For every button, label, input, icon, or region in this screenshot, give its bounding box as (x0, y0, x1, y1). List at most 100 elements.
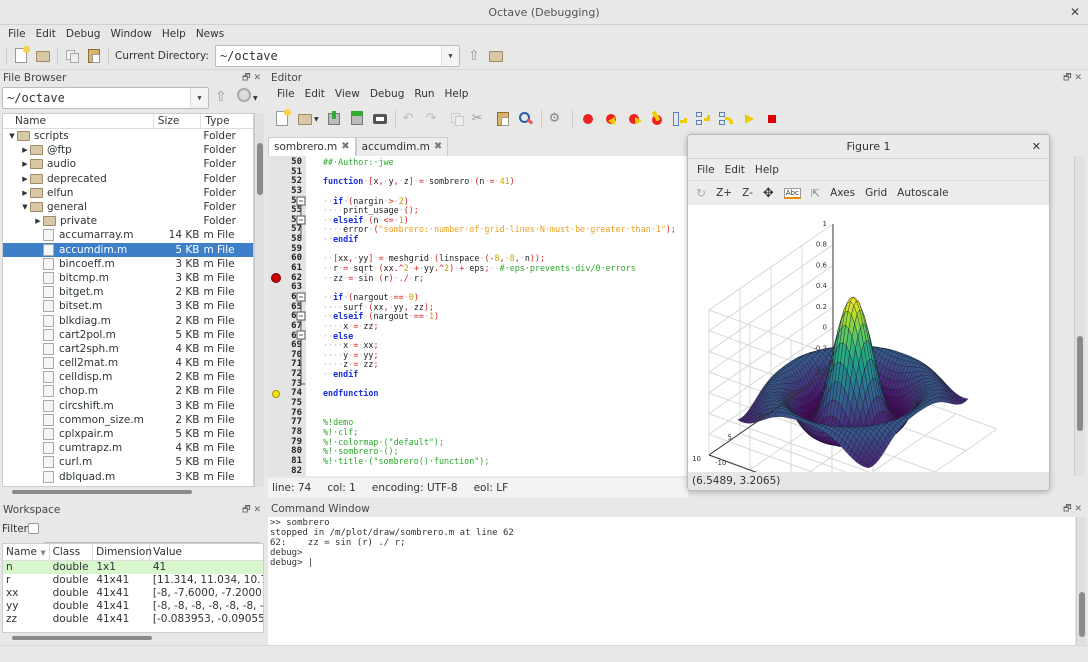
column-dimension[interactable]: Dimension (93, 544, 152, 560)
editor-menu-view[interactable]: View (330, 86, 365, 102)
rotate-icon[interactable]: ↻ (696, 186, 706, 200)
paste-icon[interactable] (495, 111, 511, 127)
filter-checkbox[interactable] (28, 523, 39, 534)
parent-directory-icon[interactable]: ⇧ (466, 48, 482, 64)
column-type[interactable]: Type (201, 114, 253, 128)
file-row[interactable]: cart2pol.m 5 KB m File (3, 328, 253, 342)
folder-row[interactable]: ▶ @ftp Folder (3, 143, 253, 157)
copy-icon[interactable] (64, 48, 80, 64)
column-name[interactable]: Name (3, 114, 154, 128)
editor-menu-help[interactable]: Help (440, 86, 474, 102)
undock-icon[interactable]: 🗗 (242, 73, 250, 83)
code-text[interactable]: ##·Author:·jwe function·[x,·y,·z]·=·somb… (305, 157, 676, 476)
menu-help[interactable]: Help (157, 25, 191, 43)
collapse-arrow-icon[interactable]: ▼ (20, 203, 30, 211)
file-row[interactable]: bitget.m 2 KB m File (3, 285, 253, 299)
menu-debug[interactable]: Debug (61, 25, 106, 43)
expand-arrow-icon[interactable]: ▶ (20, 189, 30, 197)
folder-row[interactable]: ▶ elfun Folder (3, 186, 253, 200)
file-row[interactable]: accumarray.m 14 KB m File (3, 228, 253, 242)
quit-debug-icon[interactable] (764, 111, 780, 127)
close-panel-icon[interactable]: ✕ (253, 73, 261, 83)
pan-icon[interactable]: ✥ (763, 186, 774, 201)
workspace-variable-row[interactable]: r double 41x41 [11.314, 11.034, 10.763, ... (3, 574, 263, 587)
folder-row[interactable]: ▼ scripts Folder (3, 129, 253, 143)
file-row[interactable]: bitcmp.m 3 KB m File (3, 271, 253, 285)
file-row[interactable]: circshift.m 3 KB m File (3, 399, 253, 413)
expand-arrow-icon[interactable]: ▶ (33, 217, 43, 225)
close-panel-icon[interactable]: ✕ (1074, 504, 1082, 514)
column-size[interactable]: Size (154, 114, 202, 128)
undock-icon[interactable]: 🗗 (242, 505, 250, 515)
folder-row[interactable]: ▶ private Folder (3, 214, 253, 228)
file-row[interactable]: curl.m 5 KB m File (3, 455, 253, 469)
open-file-icon[interactable] (35, 48, 51, 64)
scrollbar-thumb[interactable] (1077, 336, 1083, 431)
redo-icon[interactable]: ↷ (426, 111, 442, 127)
tab-accumdim[interactable]: accumdim.m ✖ (355, 137, 449, 156)
chevron-down-icon[interactable]: ▼ (190, 88, 208, 108)
file-row[interactable]: cplxpair.m 5 KB m File (3, 427, 253, 441)
preferences-gears-icon[interactable]: ⚙ (549, 111, 565, 127)
expand-arrow-icon[interactable]: ▶ (20, 146, 30, 154)
workspace-variable-row[interactable]: xx double 41x41 [-8, -7.6000, -7.2000, -6.8… (3, 587, 263, 600)
command-window-console[interactable]: >> sombrero stopped in /m/plot/draw/sombr… (268, 517, 1075, 645)
editor-menu-edit[interactable]: Edit (300, 86, 330, 102)
editor-menu-debug[interactable]: Debug (365, 86, 410, 102)
workspace-hscrollbar[interactable] (2, 633, 264, 643)
menu-file[interactable]: File (3, 25, 31, 43)
paste-icon[interactable] (86, 48, 102, 64)
file-row[interactable]: cell2mat.m 4 KB m File (3, 356, 253, 370)
editor-vscrollbar[interactable] (1074, 156, 1085, 476)
zoom-in-button[interactable]: Z+ (716, 187, 732, 199)
file-row[interactable]: dblquad.m 3 KB m File (3, 470, 253, 484)
figure-menu-help[interactable]: Help (750, 159, 784, 180)
close-tab-icon[interactable]: ✖ (341, 138, 349, 156)
file-row[interactable]: accumdim.m 5 KB m File (3, 242, 253, 257)
workspace-variable-row[interactable]: n double 1x1 41 (3, 561, 263, 574)
undock-icon[interactable]: 🗗 (1063, 504, 1071, 514)
menu-window[interactable]: Window (105, 25, 156, 43)
workspace-variable-row[interactable]: zz double 41x41 [-0.083953, -0.090556, -0..… (3, 613, 263, 626)
gear-icon[interactable] (237, 88, 251, 102)
step-out-icon[interactable] (718, 111, 734, 127)
column-class[interactable]: Class (50, 544, 94, 560)
code-editor[interactable]: 5051525354555657585960616263646566676869… (268, 156, 688, 476)
copy-icon[interactable] (449, 111, 465, 127)
file-row[interactable]: bincoeff.m 3 KB m File (3, 257, 253, 271)
parent-directory-icon[interactable]: ⇧ (215, 89, 227, 105)
column-name[interactable]: Name ▼ (3, 544, 50, 560)
file-tree-hscrollbar[interactable] (2, 487, 254, 497)
close-tab-icon[interactable]: ✖ (434, 138, 442, 156)
command-window-vscrollbar[interactable] (1076, 517, 1086, 645)
next-breakpoint-icon[interactable] (626, 111, 642, 127)
step-icon[interactable] (672, 111, 688, 127)
chevron-down-icon[interactable]: ▼ (314, 116, 319, 123)
remove-all-breakpoints-icon[interactable] (649, 110, 665, 127)
find-replace-icon[interactable] (518, 111, 534, 127)
file-browser-path-combo[interactable]: ~/octave ▼ (2, 87, 209, 109)
file-row[interactable]: celldisp.m 2 KB m File (3, 370, 253, 384)
close-panel-icon[interactable]: ✕ (253, 505, 261, 515)
file-tree-vscrollbar[interactable] (254, 113, 264, 487)
continue-icon[interactable] (741, 111, 757, 127)
toggle-breakpoint-icon[interactable] (580, 111, 596, 127)
editor-menu-file[interactable]: File (272, 86, 300, 102)
open-file-icon[interactable] (297, 111, 313, 127)
collapse-arrow-icon[interactable]: ▼ (7, 132, 17, 140)
scrollbar-thumb[interactable] (257, 143, 263, 195)
undock-icon[interactable]: 🗗 (1063, 73, 1071, 83)
folder-row[interactable]: ▼ general Folder (3, 200, 253, 214)
zoom-out-button[interactable]: Z- (742, 187, 753, 199)
scrollbar-thumb[interactable] (12, 490, 192, 494)
print-icon[interactable] (372, 111, 388, 127)
undo-icon[interactable]: ↶ (403, 111, 419, 127)
axes-button[interactable]: Axes (830, 187, 855, 199)
file-row[interactable]: chop.m 2 KB m File (3, 384, 253, 398)
file-row[interactable]: common_size.m 2 KB m File (3, 413, 253, 427)
menu-edit[interactable]: Edit (31, 25, 61, 43)
figure-menu-file[interactable]: File (692, 159, 720, 180)
breakpoint-marker-icon[interactable] (271, 273, 281, 283)
new-file-icon[interactable] (274, 109, 291, 127)
figure-menu-edit[interactable]: Edit (720, 159, 750, 180)
